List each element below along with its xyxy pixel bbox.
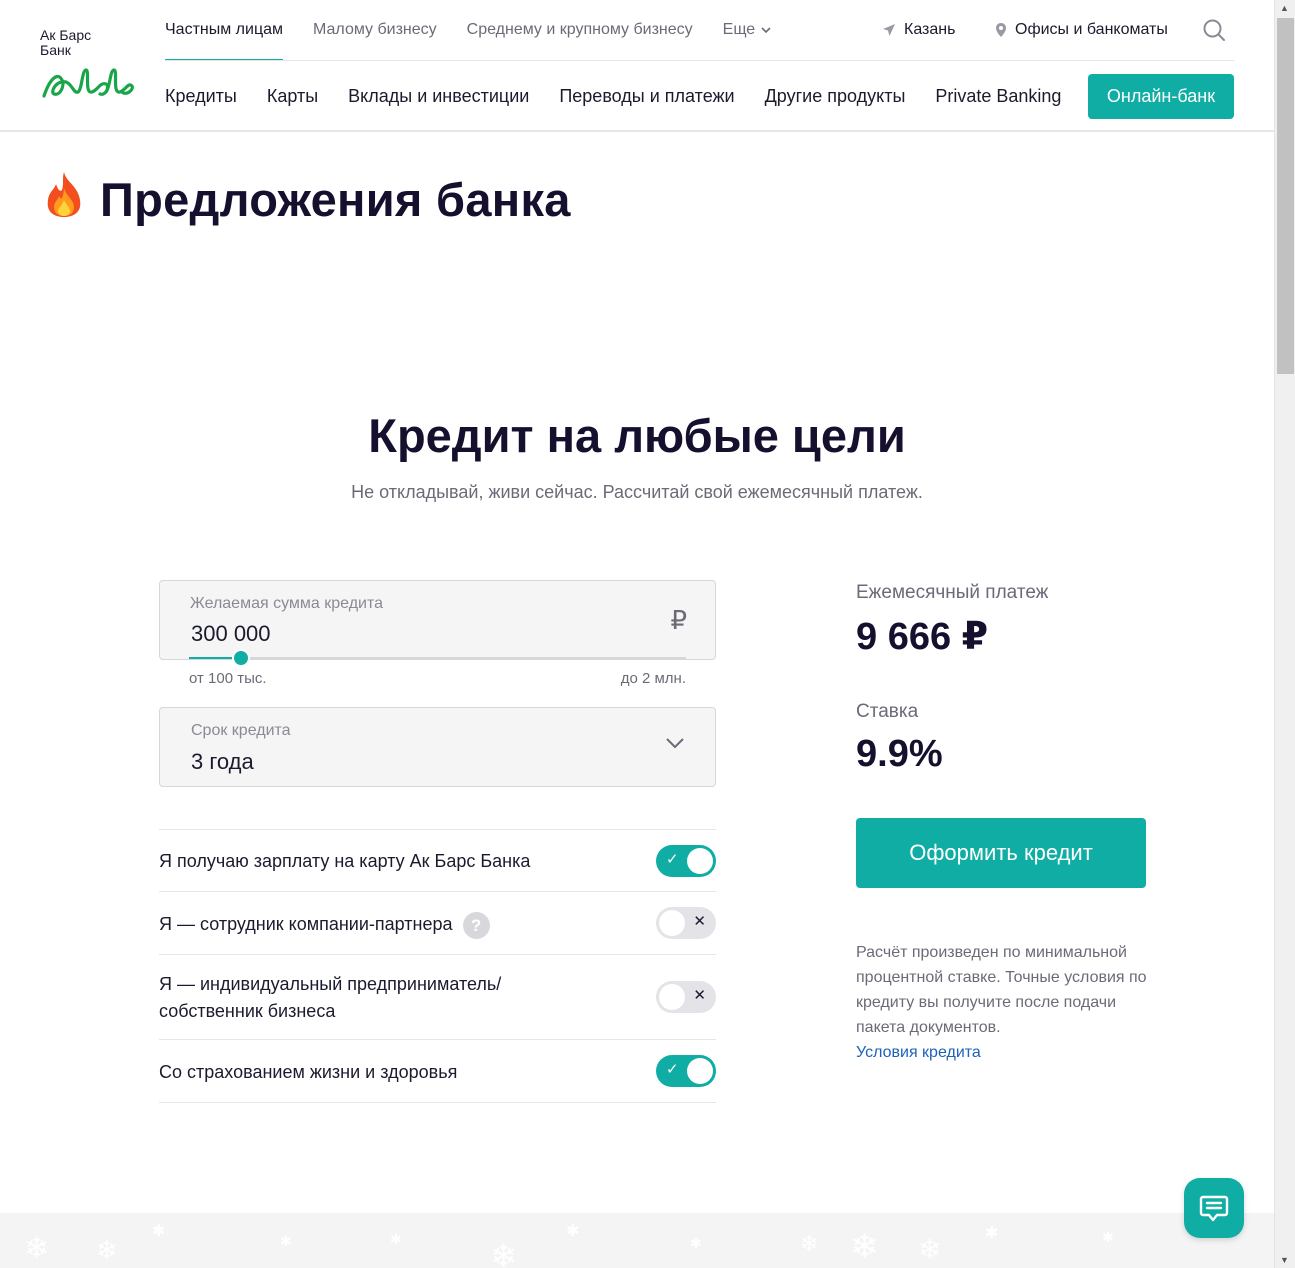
chevron-down-icon: [665, 736, 685, 754]
credit-title: Кредит на любые цели: [368, 409, 906, 462]
snowflake-icon: ✱: [390, 1231, 402, 1247]
close-icon: ✕: [693, 987, 706, 1004]
chevron-down-icon: [761, 1, 771, 61]
offers-title: Предложения банка: [100, 173, 571, 226]
nav-divider: [165, 60, 1234, 61]
option-partner-employee-row: Я — сотрудник компании-партнера?: [159, 911, 490, 939]
check-icon: ✓: [666, 851, 679, 868]
nav-transfers[interactable]: Переводы и платежи: [559, 86, 734, 107]
loan-term-select[interactable]: Срок кредита 3 года: [159, 707, 716, 787]
loan-amount-input[interactable]: 300 000: [191, 621, 271, 647]
offices-label: Офисы и банкоматы: [1015, 21, 1168, 38]
loan-amount-field[interactable]: Желаемая сумма кредита 300 000 ₽: [159, 580, 716, 660]
snowflake-icon: ✱: [566, 1223, 580, 1240]
slider-handle[interactable]: [232, 649, 250, 667]
logo-mark-icon: [42, 68, 134, 98]
more-label: Еще: [722, 21, 756, 38]
offers-heading: Предложения банка: [42, 170, 571, 229]
ruble-icon: ₽: [670, 605, 687, 635]
calculation-note: Расчёт произведен по минимальной процент…: [856, 944, 1147, 1036]
option-partner-employee: Я — сотрудник компании-партнера? ✕: [159, 891, 716, 954]
nav-deposits[interactable]: Вклады и инвестиции: [348, 86, 529, 107]
option-salary-card: Я получаю зарплату на карту Ак Барс Банк…: [159, 829, 716, 891]
options-divider: [159, 1102, 716, 1103]
toggle-knob: [659, 984, 685, 1010]
snowflake-icon: ❄: [96, 1235, 118, 1265]
toggle-knob: [659, 910, 685, 936]
credit-terms-link[interactable]: Условия кредита: [856, 1040, 981, 1065]
amount-min-label: от 100 тыс.: [189, 670, 267, 687]
scroll-up-arrow-icon[interactable]: ▲: [1280, 3, 1289, 13]
offices-link[interactable]: Офисы и банкоматы: [995, 0, 1168, 60]
rate-value: 9.9%: [856, 733, 943, 775]
site-header: Ак Барс Банк Частным лицам Малому бизнес…: [0, 0, 1274, 132]
snowflake-icon: ❄: [24, 1232, 50, 1265]
monthly-payment-value: 9 666 ₽: [856, 616, 989, 658]
segment-tab-corporate[interactable]: Среднему и крупному бизнесу: [467, 0, 693, 60]
logo-name-line2: Банк: [40, 42, 71, 58]
snowflake-icon: ❄: [850, 1228, 879, 1266]
nav-cards[interactable]: Карты: [267, 86, 318, 107]
snowflake-icon: ❄: [800, 1231, 819, 1256]
snowflake-icon: ✱: [690, 1235, 702, 1251]
option-entrepreneur-line2: собственник бизнеса: [159, 1001, 336, 1021]
nav-private-banking[interactable]: Private Banking: [935, 86, 1061, 107]
bank-logo[interactable]: Ак Барс Банк: [40, 28, 140, 108]
toggle-insurance[interactable]: ✓: [656, 1055, 716, 1087]
segment-tab-more[interactable]: Еще: [723, 0, 772, 60]
check-icon: ✓: [666, 1061, 679, 1078]
scroll-down-arrow-icon[interactable]: ▼: [1280, 1255, 1289, 1265]
option-partner-employee-label: Я — сотрудник компании-партнера: [159, 914, 453, 934]
toggle-knob: [687, 848, 713, 874]
scrollbar-thumb[interactable]: [1277, 18, 1294, 374]
loan-amount-label: Желаемая сумма кредита: [190, 595, 384, 612]
segment-nav: Частным лицам Малому бизнесу Среднему и …: [165, 0, 801, 61]
rate-label: Ставка: [856, 701, 919, 722]
option-entrepreneur-line1: Я — индивидуальный предприниматель/: [159, 974, 502, 994]
snowflake-icon: ❄: [490, 1238, 517, 1268]
segment-tab-private[interactable]: Частным лицам: [165, 0, 284, 61]
city-name: Казань: [904, 21, 956, 38]
loan-term-label: Срок кредита: [191, 722, 291, 739]
snowflake-icon: ✱: [1102, 1229, 1114, 1245]
city-selector[interactable]: Казань: [882, 0, 955, 60]
option-insurance-label: Со страхованием жизни и здоровья: [159, 1062, 458, 1082]
option-entrepreneur: Я — индивидуальный предприниматель/ собс…: [159, 954, 716, 1039]
toggle-salary-card[interactable]: ✓: [656, 845, 716, 877]
snowflake-icon: ✱: [985, 1225, 999, 1242]
credit-subtitle: Не откладывай, живи сейчас. Рассчитай св…: [351, 482, 923, 502]
toggle-knob: [687, 1058, 713, 1084]
nav-other-products[interactable]: Другие продукты: [765, 86, 906, 107]
logo-name-line1: Ак Барс: [40, 27, 92, 43]
option-insurance: Со страхованием жизни и здоровья ✓: [159, 1039, 716, 1102]
location-arrow-icon: [882, 23, 896, 37]
snowflake-icon: ❄: [918, 1234, 942, 1265]
toggle-entrepreneur[interactable]: ✕: [656, 981, 716, 1013]
nav-credits[interactable]: Кредиты: [165, 86, 237, 107]
close-icon: ✕: [693, 913, 706, 930]
main-nav: Кредиты Карты Вклады и инвестиции Перево…: [165, 74, 1091, 118]
snowflake-icon: ✱: [152, 1223, 166, 1240]
fire-icon: [42, 170, 86, 229]
loan-amount-slider[interactable]: [189, 649, 686, 667]
apply-credit-button[interactable]: Оформить кредит: [856, 818, 1146, 888]
snowflake-icon: ✱: [280, 1233, 292, 1249]
monthly-payment-label: Ежемесячный платеж: [856, 582, 1049, 603]
loan-term-value: 3 года: [191, 749, 254, 774]
toggle-partner-employee[interactable]: ✕: [656, 907, 716, 939]
map-pin-icon: [995, 22, 1007, 38]
option-salary-card-label: Я получаю зарплату на карту Ак Барс Банк…: [159, 851, 531, 871]
segment-tab-small-business[interactable]: Малому бизнесу: [313, 0, 437, 60]
page-scrollbar[interactable]: ▲ ▼: [1274, 0, 1295, 1268]
search-icon[interactable]: [1202, 0, 1226, 60]
amount-max-label: до 2 млн.: [620, 670, 686, 687]
footer-decor-band: ❄ ❄ ✱ ✱ ✱ ❄ ✱ ✱ ❄ ❄ ❄ ✱ ✱: [0, 1213, 1274, 1268]
chat-icon[interactable]: [1184, 1178, 1244, 1238]
online-bank-button[interactable]: Онлайн-банк: [1088, 74, 1234, 119]
option-entrepreneur-label: Я — индивидуальный предприниматель/ собс…: [159, 971, 501, 1025]
help-icon[interactable]: ?: [462, 911, 490, 939]
